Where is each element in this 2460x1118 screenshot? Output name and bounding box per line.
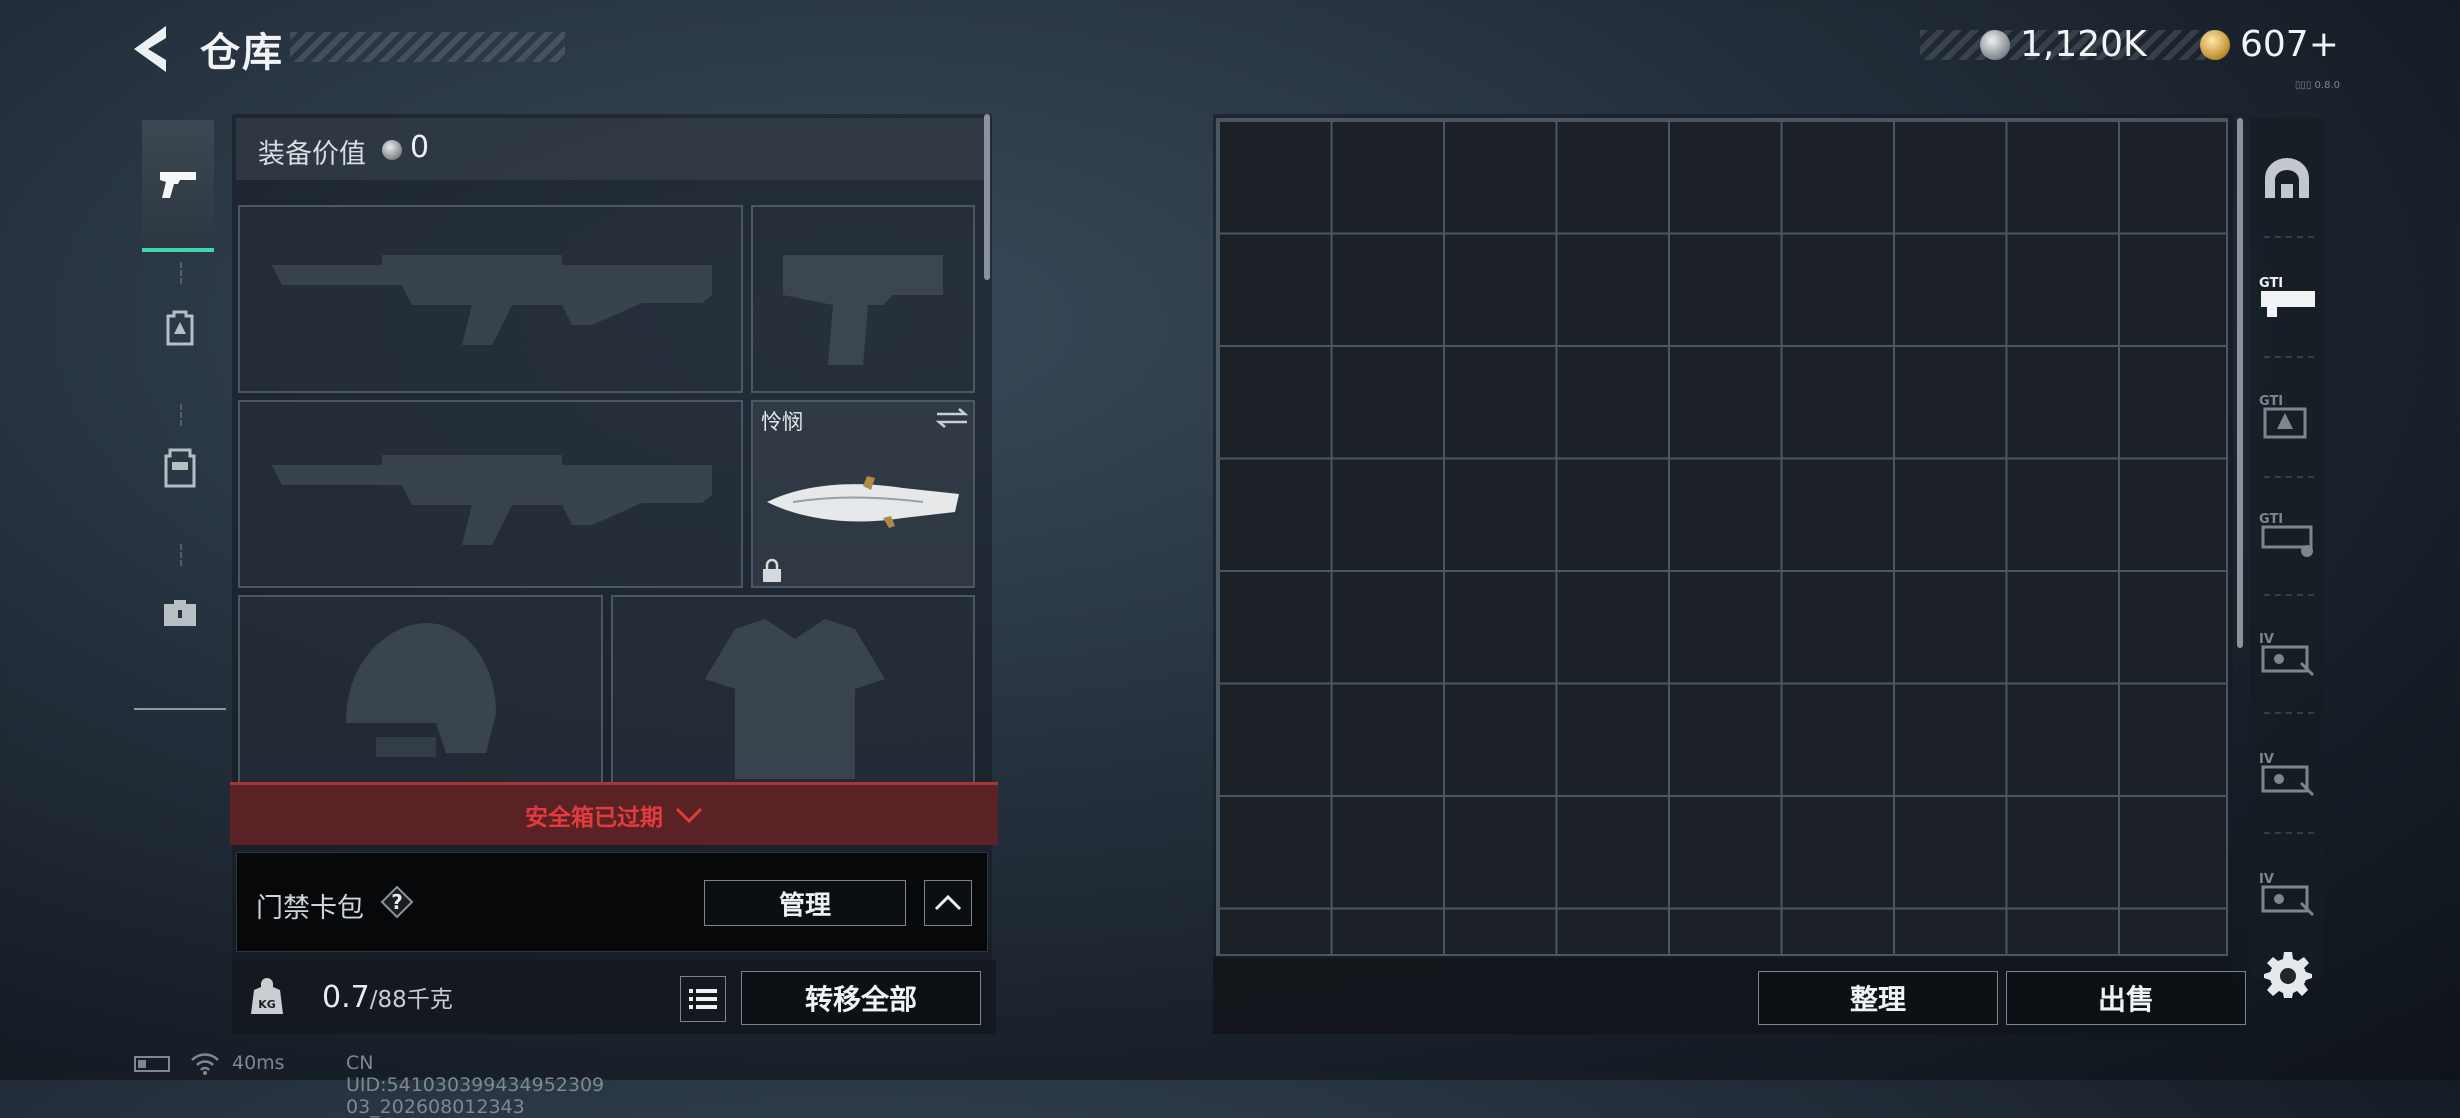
helmet-icon xyxy=(346,623,496,757)
gold-coin-icon xyxy=(2200,30,2230,60)
container-gti-2-icon: GTI xyxy=(2259,394,2307,439)
version-tag: ▯▯▯ 0.8.0 xyxy=(2294,80,2340,91)
tab-separator xyxy=(2264,832,2314,835)
tab-container-iv[interactable]: IV xyxy=(2250,598,2324,710)
uid-text: CN UID:541030399434952309 03_20260801234… xyxy=(346,1052,605,1118)
storage-grid[interactable] xyxy=(1216,118,2228,956)
chevron-down-icon xyxy=(675,807,703,824)
currency-bar: 1,120K 607+ xyxy=(1920,20,2460,70)
tab-backpack[interactable] xyxy=(134,268,226,388)
tab-container-gti-2[interactable]: GTI xyxy=(2250,360,2324,472)
transfer-all-button[interactable]: 转移全部 xyxy=(741,971,981,1025)
tab-briefcase[interactable] xyxy=(134,552,226,672)
svg-text:IV: IV xyxy=(2259,872,2274,887)
safe-vault-icon xyxy=(2265,158,2309,198)
equipment-value-label: 装备价值 xyxy=(258,139,366,170)
silver-coin-icon xyxy=(382,140,402,160)
tab-separator xyxy=(2264,236,2314,239)
container-iv-icon: IV xyxy=(2259,632,2315,677)
melee-slot[interactable]: 怜悯 xyxy=(751,400,975,588)
ping-text: 40ms xyxy=(232,1052,285,1074)
backpack-icon xyxy=(166,310,194,346)
battery-icon xyxy=(134,1056,170,1072)
pistol-icon xyxy=(783,255,943,365)
pistol-icon xyxy=(160,172,196,198)
tab-separator xyxy=(2264,712,2314,715)
assault-rifle-icon xyxy=(272,455,712,545)
svg-text:IV: IV xyxy=(2259,752,2274,767)
svg-text:GTI: GTI xyxy=(2259,276,2283,291)
container-gti-3-icon: GTI xyxy=(2259,512,2313,557)
settings-gear-icon[interactable] xyxy=(2264,950,2312,998)
svg-text:GTI: GTI xyxy=(2259,394,2283,409)
manage-button[interactable]: 管理 xyxy=(704,880,906,926)
tab-separator xyxy=(2264,594,2314,597)
silver-coin-amount: 1,120K xyxy=(2020,24,2147,65)
back-button[interactable] xyxy=(128,22,178,76)
chevron-up-icon xyxy=(934,894,962,911)
weight-kg-icon: KG xyxy=(250,978,284,1016)
swap-icon[interactable] xyxy=(935,408,969,428)
melee-weapon-name: 怜悯 xyxy=(761,410,803,434)
list-view-button[interactable] xyxy=(680,976,726,1022)
gold-coin-amount[interactable]: 607+ xyxy=(2240,24,2339,65)
svg-text:KG: KG xyxy=(258,998,276,1011)
weight-current: 0.7 xyxy=(322,980,370,1015)
container-gti-icon: GTI xyxy=(2259,276,2315,317)
tab-separator xyxy=(2264,356,2314,359)
tab-container-gti-3[interactable]: GTI xyxy=(2250,478,2324,590)
container-iv-2-icon: IV xyxy=(2259,752,2315,797)
safebox-expired-text: 安全箱已过期 xyxy=(525,805,663,831)
assault-rifle-icon xyxy=(272,255,712,345)
sort-button[interactable]: 整理 xyxy=(1758,971,1998,1025)
sell-button[interactable]: 出售 xyxy=(2006,971,2246,1025)
collapse-button[interactable] xyxy=(924,880,972,926)
storage-scrollbar[interactable] xyxy=(2237,118,2243,648)
equipment-value-amount: 0 xyxy=(410,130,430,165)
tab-weapons[interactable] xyxy=(142,120,214,252)
container-iv-3-icon: IV xyxy=(2259,872,2315,917)
tab-container-iv-3[interactable]: IV xyxy=(2250,838,2324,950)
list-icon xyxy=(689,989,717,1009)
body-armor-icon xyxy=(705,619,885,779)
svg-text:GTI: GTI xyxy=(2259,512,2283,527)
back-arrow-icon xyxy=(134,26,166,72)
weight-max: /88千克 xyxy=(369,987,453,1013)
secondary-weapon-slot[interactable] xyxy=(238,400,743,588)
helmet-slot[interactable] xyxy=(238,595,603,785)
primary-weapon-slot[interactable] xyxy=(238,205,743,393)
card-pack-label: 门禁卡包 xyxy=(256,893,364,924)
left-tab-bottom-line xyxy=(134,708,226,710)
tab-safe-vault[interactable] xyxy=(2250,122,2324,234)
tab-container-iv-2[interactable]: IV xyxy=(2250,718,2324,830)
wifi-icon xyxy=(191,1053,219,1075)
tab-container-gti[interactable]: GTI xyxy=(2250,240,2324,352)
left-tab-bar xyxy=(134,108,226,710)
briefcase-icon xyxy=(164,600,196,626)
page-title: 仓库 xyxy=(200,30,284,76)
help-glyph: ? xyxy=(391,890,403,914)
body-armor-slot[interactable] xyxy=(611,595,975,785)
help-icon[interactable]: ? xyxy=(380,885,414,919)
silver-coin-icon xyxy=(1980,30,2010,60)
equipment-scrollbar[interactable] xyxy=(984,114,990,280)
safebox-expired-bar[interactable]: 安全箱已过期 xyxy=(230,782,998,845)
title-stripe xyxy=(290,32,565,62)
tab-vest[interactable] xyxy=(134,408,226,528)
weight-value: 0.7/88千克 xyxy=(322,980,453,1015)
lock-icon xyxy=(763,558,781,582)
vest-icon xyxy=(164,448,196,488)
svg-text:IV: IV xyxy=(2259,632,2274,647)
pistol-slot[interactable] xyxy=(751,205,975,393)
knife-icon xyxy=(767,476,959,528)
